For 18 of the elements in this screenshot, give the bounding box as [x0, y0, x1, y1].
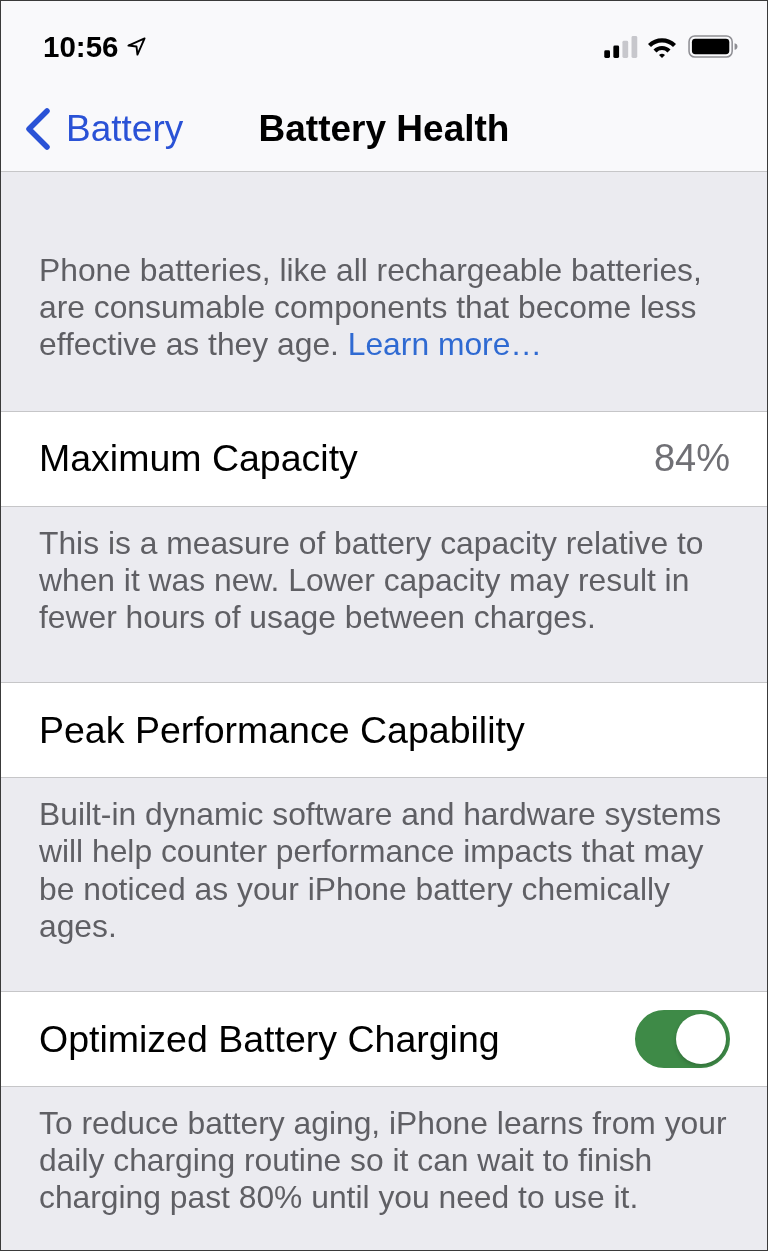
chevron-left-icon [25, 107, 51, 150]
back-button[interactable]: Battery [1, 107, 184, 150]
footer-text: This is a measure of battery capacity relative to when it was new. Lower capacity may result in fewer hours of usage between charges. [39, 524, 705, 637]
footer-text: To reduce battery aging, iPhone learns from your daily charging routine so it can wait to finish charging past 80% until you need to use it. [39, 1105, 728, 1217]
wifi-icon [647, 35, 677, 58]
signal-bars-icon [604, 35, 638, 58]
toggle-switch[interactable] [635, 1010, 730, 1069]
battery-icon [688, 35, 738, 58]
footer-text: Built-in dynamic software and hardware systems will help counter performance impacts that may be noticed as your iPhone battery chemically ages. [39, 796, 723, 946]
row-label: Maximum Capacity [39, 437, 358, 481]
status-time: 10:56 [43, 29, 119, 64]
learn-more-link[interactable]: Learn more… [347, 326, 543, 363]
page-title: Battery Health [258, 107, 510, 150]
location-arrow-icon [127, 37, 147, 56]
row-label: Optimized Battery Charging [39, 1017, 500, 1061]
row-label: Peak Performance Capability [39, 708, 525, 752]
description-text: Phone batteries, like all rechargeable batteries, are consumable components that become less effective as they age. Learn more… [39, 252, 703, 364]
row-value: 84% [653, 437, 730, 481]
